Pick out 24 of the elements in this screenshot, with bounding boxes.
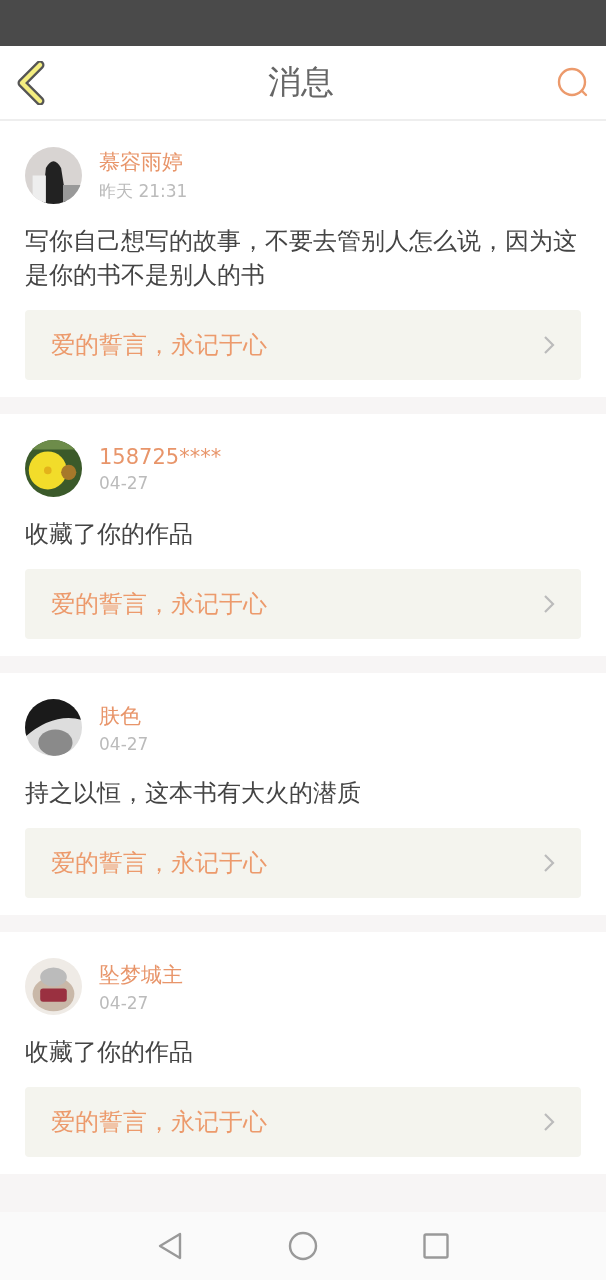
- message-time: 04-27: [99, 733, 149, 754]
- message-time: 昨天 21:31: [99, 180, 188, 203]
- message-text: 收藏了你的作品: [25, 1037, 194, 1068]
- chevron-icon: [543, 594, 555, 614]
- message-time: 04-27: [99, 992, 150, 1013]
- chevron-icon: [543, 1112, 555, 1132]
- book-link[interactable]: 爱的誓言，永记于心: [25, 828, 581, 898]
- page-title: 消息: [268, 61, 334, 103]
- user-name[interactable]: 坠梦城主: [99, 960, 183, 989]
- message-text: 收藏了你的作品: [25, 519, 194, 550]
- user-name[interactable]: 慕容雨婷: [99, 148, 183, 176]
- message-time: 04-27: [99, 472, 150, 493]
- message-text: 持之以恒，这本书有大火的潜质: [25, 778, 362, 809]
- home-icon[interactable]: [288, 1231, 318, 1261]
- user-name[interactable]: 158725****: [99, 444, 222, 469]
- user-name[interactable]: 肤色: [99, 701, 141, 730]
- recents-icon[interactable]: [423, 1233, 449, 1259]
- book-link[interactable]: 爱的誓言，永记于心: [25, 569, 581, 639]
- book-link[interactable]: 爱的誓言，永记于心: [25, 310, 581, 380]
- book-link[interactable]: 爱的誓言，永记于心: [25, 1087, 581, 1157]
- chevron-icon: [543, 335, 555, 355]
- back-icon[interactable]: [16, 60, 46, 105]
- chevron-icon: [543, 853, 555, 873]
- message-text: 写你自己想写的故事，不要去管别人怎么说，因为这是你的书不是别人的书: [25, 226, 578, 291]
